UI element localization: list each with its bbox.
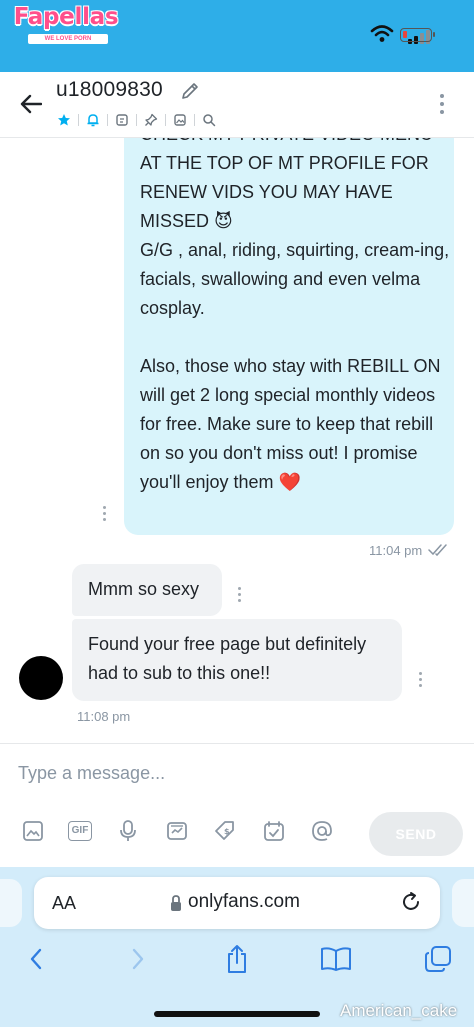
text-size-button[interactable]: AA: [52, 893, 76, 914]
lock-icon: [171, 895, 181, 911]
reload-icon[interactable]: [400, 891, 422, 913]
sender-avatar[interactable]: [19, 656, 63, 700]
status-bar: Fapellas WE LOVE PORN: [0, 0, 474, 72]
watermark-credit: American_cake: [340, 1001, 458, 1020]
outgoing-message-time: 11:04 pm: [369, 543, 423, 558]
pin-icon[interactable]: [141, 110, 161, 130]
outgoing-message-text: CHECK MY PRIVATE VIDEO MENU AT THE TOP O…: [140, 138, 450, 492]
gif-icon[interactable]: GIF: [67, 818, 93, 844]
incoming-message-time: 11:08 pm: [77, 709, 131, 724]
mention-icon[interactable]: [309, 818, 335, 844]
watermark-subtitle: WE LOVE PORN: [28, 34, 108, 44]
previous-tab-peek[interactable]: [0, 879, 22, 927]
vault-icon[interactable]: [164, 818, 190, 844]
share-icon[interactable]: [221, 943, 253, 975]
message-options-icon[interactable]: [238, 587, 241, 605]
back-arrow-icon[interactable]: [20, 94, 42, 114]
message-composer: GIF $ SEND: [0, 743, 474, 867]
address-bar[interactable]: AA onlyfans.com: [34, 877, 440, 929]
next-tab-peek[interactable]: [452, 879, 474, 927]
home-indicator: [154, 1011, 320, 1017]
battery-icon: [400, 28, 435, 42]
outgoing-message-clip: CHECK MY PRIVATE VIDEO MENU AT THE TOP O…: [124, 138, 454, 535]
back-icon[interactable]: [20, 943, 52, 975]
bookmarks-icon[interactable]: [320, 943, 352, 975]
incoming-message-bubble[interactable]: Found your free page but definitely had …: [72, 619, 402, 701]
svg-text:$: $: [224, 827, 230, 836]
tabs-icon[interactable]: [422, 943, 454, 975]
edit-pencil-icon[interactable]: [180, 81, 200, 101]
read-receipt-icon: [428, 544, 447, 557]
wifi-icon: [370, 25, 394, 42]
notes-icon[interactable]: [112, 110, 132, 130]
watermark-title: Fapellas: [13, 4, 119, 30]
gif-label: GIF: [68, 821, 92, 841]
url-text[interactable]: onlyfans.com: [188, 891, 300, 913]
chat-header: u18009830: [0, 72, 474, 138]
watermark-logo: Fapellas WE LOVE PORN: [8, 4, 124, 44]
notification-bell-icon[interactable]: [83, 110, 103, 130]
more-options-icon[interactable]: [440, 94, 446, 118]
star-icon[interactable]: [54, 110, 74, 130]
search-icon[interactable]: [199, 110, 219, 130]
message-input[interactable]: [18, 758, 438, 788]
media-gallery-icon[interactable]: [170, 110, 190, 130]
incoming-message-bubble[interactable]: Mmm so sexy: [72, 564, 222, 616]
chat-username[interactable]: u18009830: [56, 78, 163, 102]
forward-icon[interactable]: [122, 943, 154, 975]
schedule-calendar-icon[interactable]: [261, 818, 287, 844]
message-options-icon[interactable]: [419, 672, 422, 690]
browser-toolbar: AA onlyfans.com American_cake: [0, 867, 474, 1027]
image-upload-icon[interactable]: [20, 818, 46, 844]
header-action-icons: [54, 110, 219, 130]
price-tag-icon[interactable]: $: [212, 818, 238, 844]
incoming-message-text: Mmm so sexy: [88, 579, 200, 599]
message-options-icon[interactable]: [103, 506, 106, 524]
send-button[interactable]: SEND: [369, 812, 463, 856]
microphone-icon[interactable]: [115, 818, 141, 844]
incoming-message-text: Found your free page but definitely had …: [88, 634, 367, 683]
